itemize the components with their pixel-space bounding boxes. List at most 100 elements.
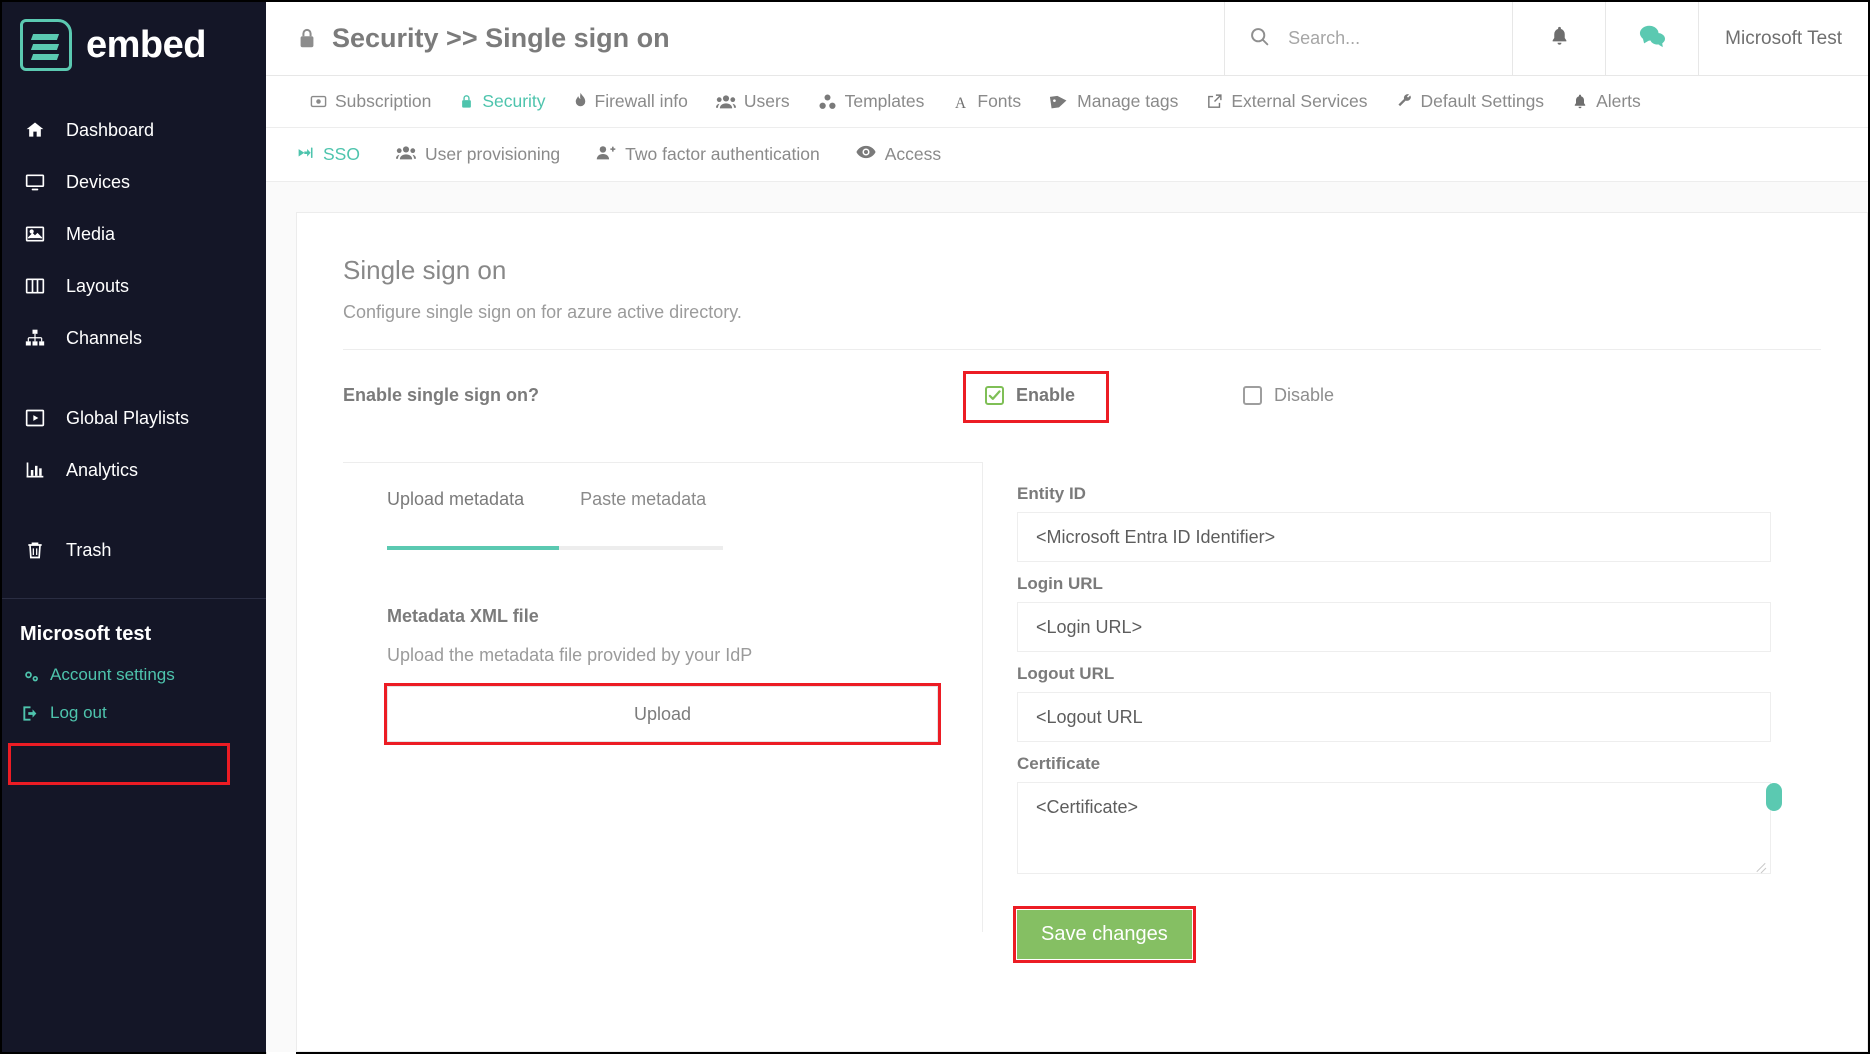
bell-icon [1572, 93, 1588, 111]
entity-id-field[interactable]: <Microsoft Entra ID Identifier> [1017, 512, 1771, 562]
subtab-label: Two factor authentication [625, 144, 820, 165]
sidebar-item-global-playlists[interactable]: Global Playlists [2, 392, 266, 444]
bar-chart-icon [24, 459, 46, 481]
home-icon [24, 119, 46, 141]
disable-option[interactable]: Disable [1243, 385, 1334, 406]
tab-label: Firewall info [595, 91, 688, 112]
tab-templates[interactable]: Templates [804, 91, 939, 112]
enable-sso-row: Enable single sign on? Enable Disable [343, 350, 1821, 440]
tab-users[interactable]: Users [702, 91, 804, 112]
certificate-field[interactable]: <Certificate> [1017, 782, 1771, 874]
tab-label: Fonts [977, 91, 1021, 112]
trash-icon [24, 539, 46, 561]
enable-option[interactable]: Enable [963, 371, 1097, 420]
page-title: Security >> Single sign on [332, 23, 670, 54]
save-button-wrap: Save changes [1017, 910, 1192, 959]
entity-id-label: Entity ID [1017, 484, 1771, 504]
metadata-tabs: Upload metadata Paste metadata [387, 489, 938, 520]
logout-url-label: Logout URL [1017, 664, 1771, 684]
brand-name: embed [86, 24, 206, 67]
login-url-label: Login URL [1017, 574, 1771, 594]
tab-indicator-inactive [559, 546, 723, 550]
lock-icon [296, 26, 318, 52]
sidebar-item-devices[interactable]: Devices [2, 156, 266, 208]
lock-icon [459, 93, 474, 111]
sidebar-item-label: Layouts [66, 276, 129, 297]
logout-url-field[interactable]: <Logout URL [1017, 692, 1771, 742]
bell-icon [1549, 25, 1570, 53]
sidebar-item-label: Devices [66, 172, 130, 193]
subtab-user-provisioning[interactable]: User provisioning [378, 144, 578, 166]
save-changes-button[interactable]: Save changes [1017, 910, 1192, 959]
enable-sso-label: Enable single sign on? [343, 385, 963, 406]
tab-label: Security [482, 91, 545, 112]
sso-card: Single sign on Configure single sign on … [296, 212, 1868, 1052]
tab-subscription[interactable]: Subscription [296, 91, 445, 112]
tab-paste-metadata[interactable]: Paste metadata [580, 489, 706, 520]
upload-button[interactable]: Upload [387, 686, 938, 742]
subtab-access[interactable]: Access [838, 144, 959, 165]
user-menu[interactable]: Microsoft Test [1698, 2, 1868, 75]
sidebar-item-analytics[interactable]: Analytics [2, 444, 266, 496]
user-plus-icon [596, 144, 616, 166]
chat-button[interactable] [1605, 2, 1698, 75]
tab-default-settings[interactable]: Default Settings [1382, 91, 1559, 112]
tab-manage-tags[interactable]: Manage tags [1035, 91, 1192, 112]
sidebar-item-label: Dashboard [66, 120, 154, 141]
sidebar: embed Dashboard Devices Media [2, 2, 266, 1052]
tab-upload-metadata[interactable]: Upload metadata [387, 489, 524, 520]
primary-tabs: Subscription Security Firewall info User… [266, 76, 1868, 128]
tab-firewall-info[interactable]: Firewall info [560, 91, 702, 112]
topbar: Security >> Single sign on Search... [266, 2, 1868, 76]
certificate-label: Certificate [1017, 754, 1771, 774]
enable-option-wrap: Enable [963, 371, 1097, 420]
metadata-file-title: Metadata XML file [387, 606, 938, 627]
tab-label: Default Settings [1421, 91, 1545, 112]
sidebar-item-dashboard[interactable]: Dashboard [2, 104, 266, 156]
main-area: Security >> Single sign on Search... [266, 2, 1868, 1052]
tab-label: Manage tags [1077, 91, 1178, 112]
sidebar-item-layouts[interactable]: Layouts [2, 260, 266, 312]
tab-fonts[interactable]: A Fonts [938, 91, 1035, 112]
login-url-field[interactable]: <Login URL> [1017, 602, 1771, 652]
tab-alerts[interactable]: Alerts [1558, 91, 1655, 112]
tab-indicator-active [387, 546, 559, 550]
metadata-panel: Upload metadata Paste metadata Metadata … [343, 462, 983, 932]
enable-option-label: Enable [1016, 385, 1075, 406]
metadata-tab-indicator [387, 546, 938, 550]
search-input[interactable]: Search... [1224, 2, 1512, 75]
subtab-two-factor-authentication[interactable]: Two factor authentication [578, 144, 838, 166]
sso-subtitle: Configure single sign on for azure activ… [343, 302, 1821, 323]
play-box-icon [24, 407, 46, 429]
templates-icon [818, 93, 837, 111]
sidebar-item-trash[interactable]: Trash [2, 524, 266, 576]
tab-label: Templates [845, 91, 925, 112]
sidebar-item-account-settings[interactable]: Account settings [2, 656, 266, 694]
sidebar-item-channels[interactable]: Channels [2, 312, 266, 364]
scroll-thumb[interactable] [1766, 783, 1782, 811]
tab-external-services[interactable]: External Services [1192, 91, 1381, 112]
sidebar-item-label: Analytics [66, 460, 138, 481]
certificate-value: <Certificate> [1036, 797, 1138, 817]
secondary-tabs: SSO User provisioning Two factor authent… [266, 128, 1868, 182]
account-org-name: Microsoft test [2, 599, 266, 656]
subscription-icon [310, 93, 327, 110]
sidebar-item-label: Channels [66, 328, 142, 349]
wrench-icon [1396, 93, 1413, 110]
page-title-wrap: Security >> Single sign on [266, 2, 1224, 75]
brand[interactable]: embed [2, 2, 266, 88]
sidebar-item-logout[interactable]: Log out [2, 694, 266, 732]
resize-handle-icon[interactable] [1755, 859, 1767, 871]
sso-title: Single sign on [343, 255, 1821, 286]
subtab-sso[interactable]: SSO [296, 144, 378, 166]
tab-security[interactable]: Security [445, 91, 559, 112]
sign-in-icon [296, 144, 314, 166]
search-placeholder: Search... [1288, 28, 1360, 49]
tab-label: Users [744, 91, 790, 112]
checkbox-unchecked-icon [1243, 386, 1262, 405]
eye-icon [856, 144, 876, 165]
notifications-button[interactable] [1512, 2, 1605, 75]
sidebar-item-label: Account settings [50, 665, 175, 685]
tag-icon [1049, 93, 1069, 110]
sidebar-item-media[interactable]: Media [2, 208, 266, 260]
